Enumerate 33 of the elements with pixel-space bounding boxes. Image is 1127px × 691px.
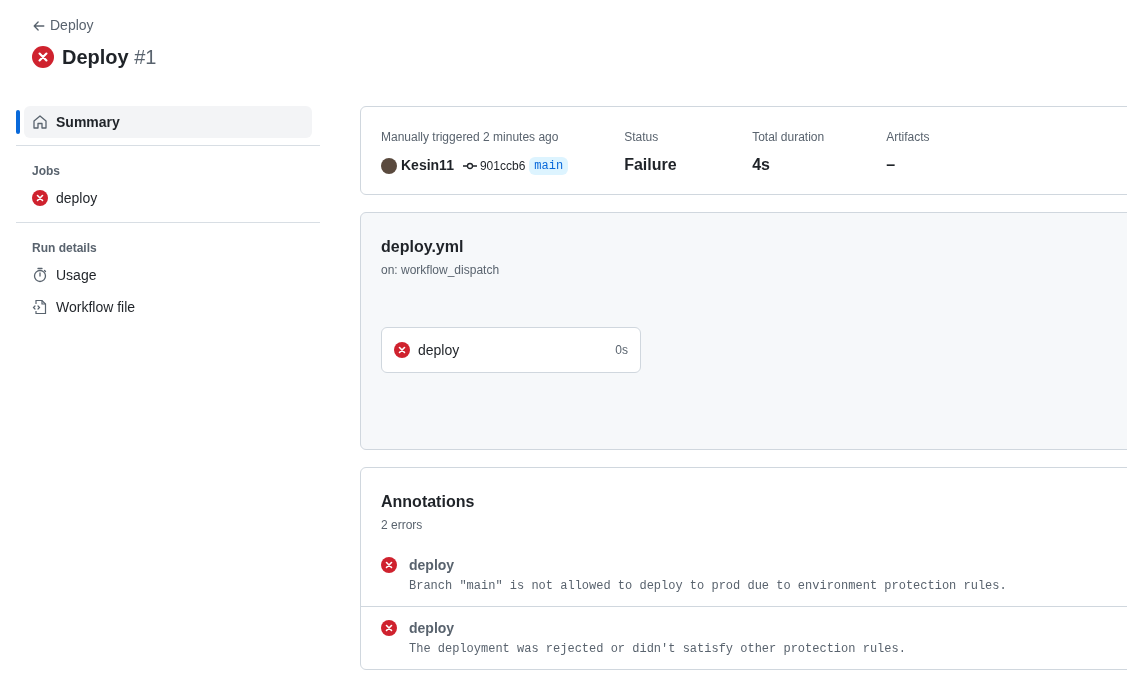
stopwatch-icon [32, 267, 48, 283]
stat-label: Artifacts [886, 129, 930, 146]
job-nav-item[interactable]: deploy [24, 182, 312, 214]
code-file-icon [32, 299, 48, 315]
annotation-job: deploy [409, 556, 456, 575]
stat-label: Status [624, 129, 660, 146]
job-name: deploy [418, 340, 460, 360]
run-detail-nav-item[interactable]: Usage [24, 259, 312, 291]
annotations-title: Annotations [381, 492, 476, 512]
job-node[interactable]: deploy 0s [381, 327, 641, 373]
commit-link[interactable]: 901ccb6 [479, 156, 526, 175]
avatar [381, 157, 397, 174]
stat-label: Total duration [752, 129, 826, 146]
annotations-count: 2 errors [381, 517, 424, 534]
annotation-message: Branch "main" is not allowed to deploy to prod due to environment protection rules. [409, 578, 1007, 595]
annotation-message: The deployment was rejected or didn't satisfy other protection rules. [409, 641, 906, 658]
stat-value: 4s [752, 155, 771, 175]
job-duration: 0s [615, 342, 628, 359]
stat-value: – [886, 155, 897, 175]
run-details-heading: Run details [32, 240, 98, 257]
home-icon [32, 114, 48, 130]
run-detail-nav-item[interactable]: Workflow file [24, 291, 312, 323]
branch-label[interactable]: main [529, 156, 569, 175]
stat-value: Failure [624, 155, 678, 175]
workflow-file-name: deploy.yml [381, 237, 465, 257]
workflow-trigger: on: workflow_dispatch [381, 262, 501, 279]
trigger-text: Manually triggered 2 minutes ago [381, 129, 560, 146]
back-link[interactable]: Deploy [32, 15, 94, 36]
actor-link[interactable]: Kesin11 [401, 155, 454, 176]
run-title: Deploy #1 [62, 45, 157, 70]
summary-nav-item[interactable]: Summary [24, 106, 312, 138]
jobs-heading: Jobs [32, 163, 61, 180]
annotation-job: deploy [409, 619, 456, 638]
